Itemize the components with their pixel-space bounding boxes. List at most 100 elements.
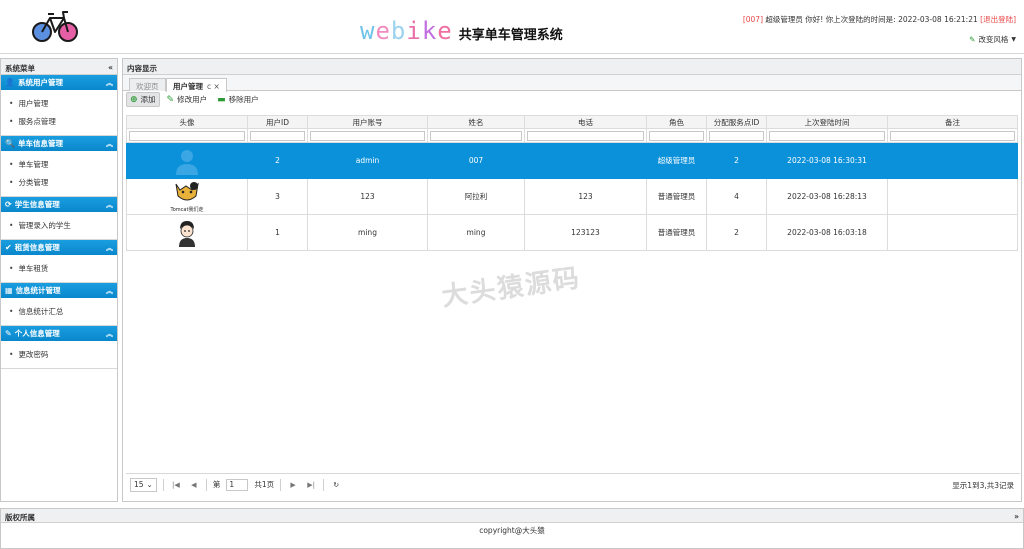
remove-user-button[interactable]: ▬ 移除用户 [214,93,262,106]
collapse-icon[interactable]: « [108,63,113,72]
filter-input[interactable] [527,130,644,141]
toolbar: ⊕ 添加 ✎ 修改用户 ▬ 移除用户 [123,91,1021,108]
filter-input[interactable] [769,130,885,141]
plus-icon: ⊕ [130,94,138,105]
last-page-icon[interactable]: ▶| [305,481,317,489]
filter-input[interactable] [890,130,1015,141]
column-header[interactable]: 分配服务点ID [706,115,767,129]
column-header[interactable]: 用户ID [247,115,308,129]
filter-input[interactable] [649,130,704,141]
sidebar-item-category-management[interactable]: 分类管理 [1,174,117,192]
expand-icon[interactable]: » [1014,512,1019,521]
change-theme-button[interactable]: ✎ 改变风格 ▼ [969,34,1016,45]
section-statistics[interactable]: ▦ 信息统计管理 ︽ [1,283,117,298]
tab-welcome[interactable]: 欢迎页 [129,78,166,91]
prev-page-icon[interactable]: ◀ [188,481,200,489]
section-body: 单车租赁 [1,255,117,283]
section-title: 学生信息管理 [14,200,60,209]
avatar-cell: Tomcat我们走 [126,178,248,215]
section-system-users[interactable]: 👤 系统用户管理 ︽ [1,75,117,90]
table-header-row: 头像 用户ID 用户账号 姓名 电话 角色 分配服务点ID 上次登陆时间 备注 [126,115,1018,129]
filter-input[interactable] [250,130,305,141]
tab-user-management[interactable]: 用户管理 c × [166,78,227,92]
page-size-select[interactable]: 15 ⌄ [130,477,157,492]
sidebar-header: 系统菜单 « [1,59,117,75]
filter-input[interactable] [129,130,245,141]
section-title: 信息统计管理 [15,286,61,295]
sidebar-item-user-management[interactable]: 用户管理 [1,95,117,113]
pencil-icon: ✎ [166,94,175,105]
chevron-up-icon: ︽ [106,200,113,209]
add-user-button[interactable]: ⊕ 添加 [126,92,160,107]
last-login-cell: 2022-03-08 16:30:31 [766,142,888,179]
user-greeting: 超级管理员 你好! 你上次登陆的时间是: [765,15,896,24]
table-row[interactable]: Tomcat我们走 3 123 阿拉利 123 普通管理员 4 2022-03-… [126,178,1018,215]
chevron-up-icon: ︽ [106,243,113,252]
sidebar-item-bike-management[interactable]: 单车管理 [1,156,117,174]
brand-english: webike [360,17,453,45]
sidebar-item-students[interactable]: 管理录入的学生 [1,217,117,235]
role-cell: 普通管理员 [646,214,707,251]
section-body: 信息统计汇总 [1,298,117,326]
sidebar-item-statistics-summary[interactable]: 信息统计汇总 [1,303,117,321]
pencil-icon: ✎ [969,35,976,44]
sidebar-item-change-password[interactable]: 更改密码 [1,346,117,364]
user-icon: 👤 [5,78,15,87]
edit-user-button[interactable]: ✎ 修改用户 [164,93,211,106]
first-page-icon[interactable]: |◀ [170,481,182,489]
note-cell [887,214,1018,251]
filter-row [126,128,1018,143]
column-header[interactable]: 电话 [524,115,647,129]
section-student-info[interactable]: ⟳ 学生信息管理 ︽ [1,197,117,212]
refresh-icon: ⟳ [5,200,12,209]
total-pages: 共1页 [254,480,275,489]
sidebar-item-station-management[interactable]: 服务点管理 [1,113,117,131]
tab-label: 用户管理 [173,82,203,91]
column-header[interactable]: 备注 [887,115,1018,129]
column-header[interactable]: 头像 [126,115,248,129]
section-rental-info[interactable]: ✔ 租赁信息管理 ︽ [1,240,117,255]
separator [205,478,207,491]
edit-label: 修改用户 [177,95,208,104]
tab-bar: 欢迎页 用户管理 c × [123,75,1021,92]
search-icon: 🔍 [5,139,15,148]
page-number-input[interactable]: 1 [226,478,249,491]
filter-input[interactable] [430,130,522,141]
user-id-cell: 2 [247,142,308,179]
close-icon[interactable]: c × [207,82,220,91]
pagination-bar: 15 ⌄ |◀ ◀ 第 1 共1页 ▶ ▶| ↻ 显示1到3,共3记录 [126,473,1020,495]
table-row[interactable]: 1 ming ming 123123 普通管理员 2 2022-03-08 16… [126,214,1018,251]
footer-header: 版权所属 » [1,509,1023,523]
next-page-icon[interactable]: ▶ [287,481,299,489]
column-header[interactable]: 姓名 [427,115,525,129]
section-bike-info[interactable]: 🔍 单车信息管理 ︽ [1,136,117,151]
avatar-cell [126,214,248,251]
name-cell: 007 [427,142,525,179]
account-cell: ming [307,214,428,251]
note-cell [887,142,1018,179]
role-cell: 超级管理员 [646,142,707,179]
brand-chinese: 共享单车管理系统 [458,27,563,43]
last-login-cell: 2022-03-08 16:28:13 [766,178,888,215]
refresh-icon[interactable]: ↻ [330,481,342,489]
column-header[interactable]: 用户账号 [307,115,428,129]
sidebar-title: 系统菜单 [5,64,35,73]
bicycle-logo-icon [32,11,78,42]
filter-input[interactable] [310,130,425,141]
page-size-value: 15 [134,480,144,489]
footer-title: 版权所属 [5,513,35,522]
column-header[interactable]: 角色 [646,115,707,129]
copyright-text: copyright@大头猿 [479,526,545,535]
user-id: [007] [742,15,763,24]
user-table: 头像 用户ID 用户账号 姓名 电话 角色 分配服务点ID 上次登陆时间 备注 [126,115,1022,251]
header: webike 共享单车管理系统 [007] 超级管理员 你好! 你上次登陆的时间… [0,0,1024,54]
default-avatar-icon [176,149,198,175]
chevron-up-icon: ︽ [106,139,113,148]
table-row[interactable]: 2 admin 007 超级管理员 2 2022-03-08 16:30:31 [126,142,1018,179]
filter-input[interactable] [709,130,764,141]
sidebar-item-bike-rental[interactable]: 单车租赁 [1,260,117,278]
column-header[interactable]: 上次登陆时间 [766,115,888,129]
logout-link[interactable]: [退出登陆] [980,15,1016,24]
section-personal-info[interactable]: ✎ 个人信息管理 ︽ [1,326,117,341]
main-panel: 内容显示 欢迎页 用户管理 c × ⊕ 添加 ✎ 修改用户 ▬ 移除用户 头像 用… [122,58,1022,502]
